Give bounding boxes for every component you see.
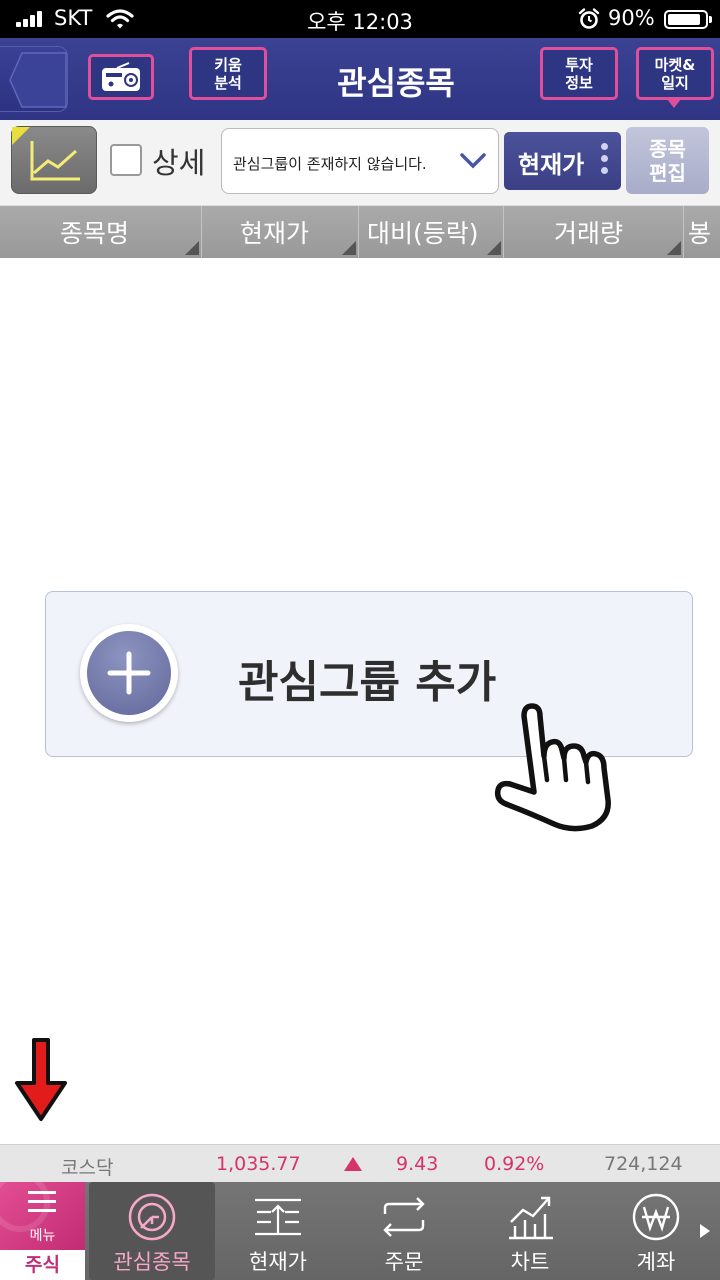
edit-stocks-button[interactable]: 종목 편집 — [626, 127, 709, 194]
app-header: 키움 분석 관심종목 투자 정보 마켓& 일지 — [0, 38, 720, 120]
current-price-icon — [255, 1198, 301, 1236]
current-price-label: 현재가 — [518, 151, 585, 179]
order-icon — [383, 1197, 425, 1237]
alarm-icon — [578, 8, 600, 29]
plus-circle-icon — [80, 624, 178, 722]
add-group-label: 관심그룹 추가 — [238, 657, 497, 708]
hamburger-icon — [28, 1191, 56, 1218]
ticker-change: 9.43 — [396, 1153, 439, 1175]
line-chart-icon — [12, 127, 80, 181]
pointing-hand-icon — [494, 703, 611, 832]
column-header: 종목명 현재가 대비(등락) 거래량 봉 — [0, 206, 720, 258]
column-current-price[interactable]: 현재가 — [202, 206, 359, 258]
nav-current-price[interactable]: 현재가 — [215, 1182, 341, 1280]
nav-account-label: 계좌 — [636, 1250, 676, 1274]
nav-watchlist-label: 관심종목 — [113, 1250, 191, 1274]
column-candle[interactable]: 봉 — [684, 206, 720, 258]
ticker-volume: 724,124 — [604, 1153, 683, 1175]
up-triangle-icon — [344, 1157, 362, 1171]
sort-triangle-icon — [342, 241, 356, 255]
column-label: 현재가 — [240, 219, 310, 248]
chart-toggle-button[interactable] — [11, 126, 97, 194]
watchlist-icon — [128, 1193, 176, 1241]
account-won-icon — [632, 1193, 680, 1241]
market-journal-button[interactable]: 마켓& 일지 — [636, 47, 714, 100]
status-bar: SKT 오후 12:03 90% — [0, 0, 720, 38]
sort-triangle-icon — [667, 241, 681, 255]
sort-triangle-icon — [185, 241, 199, 255]
group-select[interactable]: 관심그룹이 존재하지 않습니다. — [221, 128, 499, 194]
group-select-value: 관심그룹이 존재하지 않습니다. — [233, 155, 427, 173]
edit-stocks-label: 종목 편집 — [649, 136, 686, 185]
more-vertical-icon — [601, 143, 609, 179]
bottom-nav: 메뉴 주식 관심종목 현재가 주문 차트 계좌 — [0, 1182, 720, 1280]
column-stock-name[interactable]: 종목명 — [0, 206, 202, 258]
ticker-index-name: 코스닥 — [61, 1157, 114, 1179]
battery-percent: 90% — [608, 6, 655, 30]
detail-label: 상세 — [152, 146, 206, 180]
market-notch-icon — [667, 99, 681, 108]
market-journal-label: 마켓& 일지 — [654, 55, 696, 92]
toolbar: 상세 관심그룹이 존재하지 않습니다. 현재가 종목 편집 — [0, 120, 720, 206]
menu-label: 메뉴 — [29, 1228, 56, 1244]
invest-info-button[interactable]: 투자 정보 — [540, 47, 618, 100]
column-label: 종목명 — [60, 219, 130, 248]
chart-icon — [509, 1196, 553, 1240]
menu-button[interactable]: 메뉴 — [0, 1182, 85, 1250]
invest-info-label: 투자 정보 — [565, 55, 593, 92]
sort-triangle-icon — [487, 241, 501, 255]
nav-order-label: 주문 — [384, 1250, 424, 1274]
column-label: 거래량 — [554, 219, 624, 248]
ticker-index-value: 1,035.77 — [216, 1153, 301, 1175]
nav-chart[interactable]: 차트 — [467, 1182, 593, 1280]
nav-chart-label: 차트 — [510, 1250, 550, 1274]
nav-order[interactable]: 주문 — [341, 1182, 467, 1280]
detail-checkbox[interactable] — [110, 144, 142, 176]
chevron-down-icon — [460, 153, 486, 169]
red-down-arrow-icon — [15, 1038, 67, 1121]
column-volume[interactable]: 거래량 — [504, 206, 684, 258]
column-change[interactable]: 대비(등락) — [359, 206, 504, 258]
current-price-button[interactable]: 현재가 — [504, 132, 621, 190]
nav-more-arrow-icon[interactable] — [700, 1224, 710, 1238]
index-ticker[interactable]: 코스닥 1,035.77 9.43 0.92% 724,124 — [0, 1144, 720, 1182]
battery-icon — [664, 10, 712, 29]
ticker-rate: 0.92% — [484, 1153, 545, 1175]
column-label: 봉 — [688, 219, 712, 248]
column-label: 대비(등락) — [367, 219, 479, 248]
stock-tab[interactable]: 주식 — [0, 1250, 85, 1280]
nav-watchlist[interactable]: 관심종목 — [89, 1182, 215, 1280]
nav-current-price-label: 현재가 — [249, 1250, 307, 1274]
